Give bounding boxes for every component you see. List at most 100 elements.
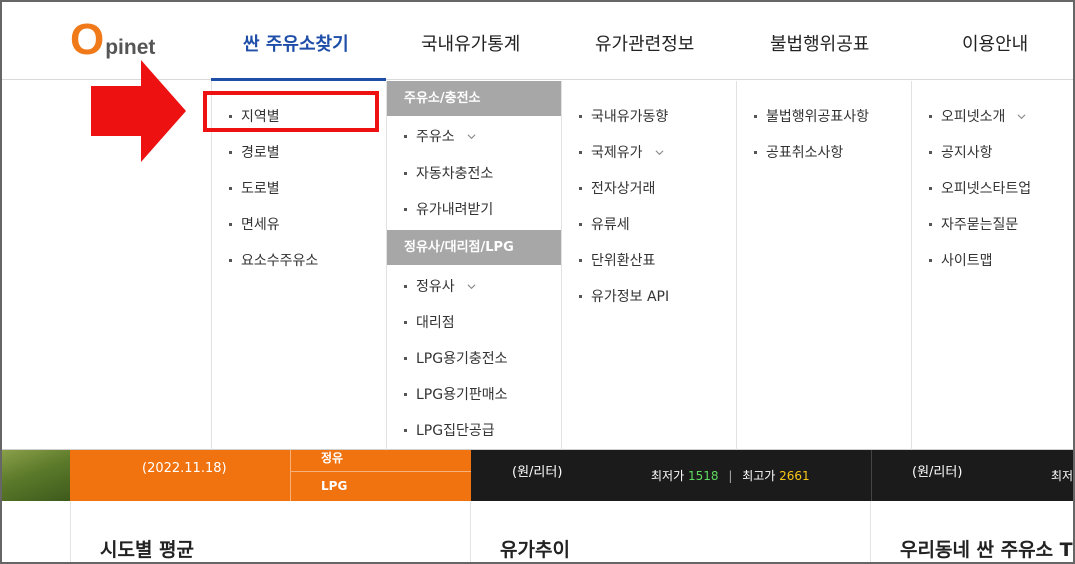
menu-item-label: 사이트맵 xyxy=(941,253,993,269)
menu-item-label: 자주묻는질문 xyxy=(941,217,1019,233)
menu-column-illegal: 불법행위공표사항 공표취소사항 xyxy=(736,81,911,450)
section-divider xyxy=(470,501,471,562)
menu-item-faq[interactable]: 자주묻는질문 xyxy=(929,214,1018,234)
menu-item-fuel-tax[interactable]: 유류세 xyxy=(579,214,630,234)
menu-column-stations: 주유소/충전소 주유소 자동차충전소 유가내려받기 정유사/대리점/LPG 정유… xyxy=(386,81,561,450)
bullet-icon xyxy=(404,207,407,211)
menu-item-car-charging[interactable]: 자동차충전소 xyxy=(404,163,493,183)
menu-item-tax-free-oil[interactable]: 면세유 xyxy=(229,214,280,234)
menu-item-illegal-notice[interactable]: 불법행위공표사항 xyxy=(754,106,869,126)
bullet-icon xyxy=(579,258,582,262)
chevron-down-icon xyxy=(655,148,664,157)
menu-item-by-road[interactable]: 도로별 xyxy=(229,178,280,198)
high-price-value: 2661 xyxy=(779,469,810,483)
menu-item-label: 면세유 xyxy=(241,217,280,233)
bullet-icon xyxy=(929,186,932,190)
bullet-icon xyxy=(229,186,232,190)
menu-item-notice-cancel[interactable]: 공표취소사항 xyxy=(754,142,843,162)
unit-label: (원/리터) xyxy=(512,465,563,480)
menu-item-agency[interactable]: 대리점 xyxy=(404,312,455,332)
menu-column-guide: 오피넷소개 공지사항 오피넷스타트업 자주묻는질문 사이트맵 xyxy=(911,81,1073,450)
bullet-icon xyxy=(579,150,582,154)
menu-item-price-api[interactable]: 유가정보 API xyxy=(579,286,669,306)
menu-item-label: 유류세 xyxy=(591,217,630,233)
banner-image xyxy=(2,450,70,501)
bullet-icon xyxy=(404,134,407,138)
separator: | xyxy=(728,469,733,483)
nav-cheap-station-finder[interactable]: 싼 주유소찾기 xyxy=(243,30,349,56)
section-title-price-trend: 유가추이 xyxy=(500,539,570,561)
menu-item-by-route[interactable]: 경로별 xyxy=(229,142,280,162)
menu-item-lpg-filling[interactable]: LPG용기충전소 xyxy=(404,348,508,368)
menu-item-e-commerce[interactable]: 전자상거래 xyxy=(579,178,655,198)
menu-item-gas-station[interactable]: 주유소 xyxy=(404,126,476,146)
menu-item-domestic-trend[interactable]: 국내유가동향 xyxy=(579,106,668,126)
bullet-icon xyxy=(404,392,407,396)
menu-group-header-refiners: 정유사/대리점/LPG xyxy=(387,230,561,265)
fuel-tabs: 정유 LPG xyxy=(290,449,472,501)
nav-illegal-activity[interactable]: 불법행위공표 xyxy=(770,30,869,56)
menu-item-label: 국내유가동향 xyxy=(591,109,669,125)
section-title-regional-average: 시도별 평균 xyxy=(100,539,195,561)
menu-item-unit-conversion[interactable]: 단위환산표 xyxy=(579,250,655,270)
nav-usage-guide[interactable]: 이용안내 xyxy=(962,30,1028,56)
panel-divider xyxy=(871,450,872,501)
menu-item-notices[interactable]: 공지사항 xyxy=(929,142,993,162)
menu-item-label: 유가내려받기 xyxy=(416,202,494,218)
menu-item-lpg-group-supply[interactable]: LPG집단공급 xyxy=(404,420,495,440)
menu-item-label: 오피넷스타트업 xyxy=(941,181,1032,197)
menu-item-download-prices[interactable]: 유가내려받기 xyxy=(404,199,493,219)
menu-item-label: 요소수주유소 xyxy=(241,253,319,269)
bullet-icon xyxy=(229,258,232,262)
chevron-down-icon xyxy=(467,282,476,291)
menu-item-label: 오피넷소개 xyxy=(941,109,1006,125)
low-price-label: 최저가 xyxy=(651,469,685,483)
menu-column-domestic-stats: 국내유가동향 국제유가 전자상거래 유류세 단위환산표 유가정보 API xyxy=(561,81,736,450)
section-divider xyxy=(870,501,871,562)
menu-item-about-opinet[interactable]: 오피넷소개 xyxy=(929,106,1026,126)
menu-item-lpg-sales[interactable]: LPG용기판매소 xyxy=(404,384,508,404)
section-divider xyxy=(70,501,71,562)
low-price-value: 1518 xyxy=(687,469,719,483)
menu-item-label: 전자상거래 xyxy=(591,181,656,197)
menu-item-label: 유가정보 API xyxy=(591,289,670,305)
menu-item-label: LPG용기충전소 xyxy=(416,351,508,367)
price-strip: (2022.11.18) 정유 LPG (원/리터) 최저가 1518 | 최고… xyxy=(2,450,1073,501)
menu-item-label: 경로별 xyxy=(241,145,280,161)
highlight-box xyxy=(203,91,379,132)
logo-text: pinet xyxy=(105,36,156,59)
bullet-icon xyxy=(579,186,582,190)
menu-item-label: LPG집단공급 xyxy=(416,423,495,439)
menu-item-label: 도로별 xyxy=(241,181,280,197)
menu-item-label: 대리점 xyxy=(416,315,455,331)
bullet-icon xyxy=(754,114,757,118)
menu-item-label: 정유사 xyxy=(416,279,455,295)
national-average-panel: (2022.11.18) 정유 LPG xyxy=(70,449,472,501)
menu-item-label: 불법행위공표사항 xyxy=(766,109,870,125)
menu-column-find-station: 지역별 경로별 도로별 면세유 요소수주유소 xyxy=(211,81,386,450)
chevron-down-icon xyxy=(467,132,476,141)
menu-group-header-stations: 주유소/충전소 xyxy=(387,81,561,116)
menu-item-label: LPG용기판매소 xyxy=(416,387,508,403)
menu-item-refiner[interactable]: 정유사 xyxy=(404,276,476,296)
menu-item-international-oil[interactable]: 국제유가 xyxy=(579,142,664,162)
tab-lpg[interactable]: LPG xyxy=(321,479,347,493)
high-price-label: 최고가 xyxy=(742,469,776,483)
menu-item-label: 주유소 xyxy=(416,129,455,145)
browser-frame: O pinet 싼 주유소찾기 국내유가통계 유가관련정보 불법행위공표 이용안… xyxy=(0,0,1075,564)
bullet-icon xyxy=(229,222,232,226)
menu-item-startup[interactable]: 오피넷스타트업 xyxy=(929,178,1031,198)
low-price-label-2: 최저 xyxy=(1051,469,1074,483)
menu-item-sitemap[interactable]: 사이트맵 xyxy=(929,250,993,270)
bullet-icon xyxy=(229,150,232,154)
section-row: 시도별 평균 유가추이 우리동네 싼 주유소 T xyxy=(2,501,1073,562)
nav-oil-price-info[interactable]: 유가관련정보 xyxy=(595,30,694,56)
date-label: (2022.11.18) xyxy=(142,461,227,476)
menu-item-urea-station[interactable]: 요소수주유소 xyxy=(229,250,318,270)
bullet-icon xyxy=(404,171,407,175)
nav-domestic-oil-stats[interactable]: 국내유가통계 xyxy=(421,30,520,56)
opinet-logo[interactable]: O pinet xyxy=(70,18,155,62)
menu-item-label: 공표취소사항 xyxy=(766,145,844,161)
tab-jeongyu[interactable]: 정유 xyxy=(321,449,343,466)
bullet-icon xyxy=(929,114,932,118)
